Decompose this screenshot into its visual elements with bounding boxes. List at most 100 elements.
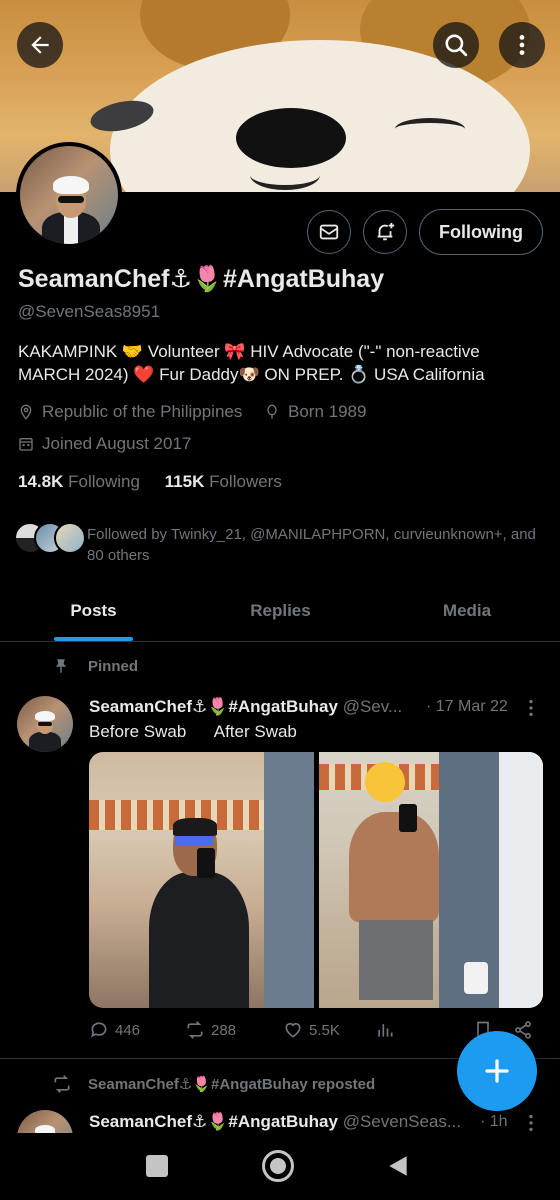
arrow-left-icon	[31, 36, 49, 54]
following-label: Following	[68, 472, 140, 491]
more-vertical-icon	[519, 35, 525, 55]
home-button-dot	[270, 1158, 286, 1174]
repost-label: SeamanChef⚓🌷#AngatBuhay reposted	[88, 1076, 376, 1093]
post-author-avatar[interactable]	[17, 696, 73, 752]
like-count: 5.5K	[309, 1021, 340, 1039]
post-timestamp[interactable]: · 17 Mar 22	[426, 698, 508, 716]
plus-icon	[485, 1059, 509, 1083]
profile-avatar[interactable]	[16, 142, 122, 248]
profile-joined: Joined August 2017	[18, 434, 191, 454]
post-image-before[interactable]	[89, 752, 314, 1008]
profile-bio: KAKAMPINK 🤝 Volunteer 🎀 HIV Advocate ("-…	[18, 340, 538, 386]
banner-nose	[236, 108, 346, 168]
profile-birth: Born 1989	[264, 402, 366, 422]
recents-button[interactable]	[146, 1155, 168, 1177]
location-text: Republic of the Philippines	[42, 402, 243, 421]
censor-bar	[175, 836, 213, 846]
balloon-icon	[267, 404, 277, 419]
tab-replies[interactable]: Replies	[187, 588, 374, 642]
system-navigation-bar	[0, 1133, 560, 1200]
avatar-shirt	[64, 216, 78, 244]
more-button[interactable]	[499, 22, 545, 68]
followed-by-text[interactable]: Followed by Twinky_21, @MANILAPHPORN, cu…	[87, 524, 547, 566]
bell-plus-icon	[377, 222, 395, 241]
post-author-handle: @SevenSeas...	[342, 1112, 462, 1131]
avatar-glasses	[58, 196, 84, 203]
phone	[399, 804, 417, 832]
compose-button[interactable]	[457, 1031, 537, 1111]
post-header[interactable]: SeamanChef⚓🌷#AngatBuhay @Sev...	[89, 697, 402, 717]
post-more-icon[interactable]	[520, 1112, 542, 1134]
followed-by-line: Followed by Twinky_21, @MANILAPHPORN, cu…	[87, 526, 536, 543]
reply-icon	[91, 1022, 107, 1038]
banner-brow	[395, 118, 465, 140]
avatar-glasses	[38, 722, 52, 726]
person-torso	[149, 872, 249, 1008]
repost-button[interactable]: 288	[185, 1020, 236, 1040]
avatar-body	[29, 732, 61, 752]
like-button[interactable]: 5.5K	[283, 1020, 340, 1040]
avatar-helmet	[35, 711, 55, 721]
active-tab-indicator	[54, 637, 133, 641]
tab-media[interactable]: Media	[374, 588, 560, 642]
window	[499, 752, 543, 1008]
heart-icon	[285, 1022, 301, 1038]
repost-icon	[54, 1075, 70, 1093]
post-author-handle: @Sev...	[342, 697, 403, 716]
calendar-icon	[19, 438, 33, 451]
person-torso	[349, 812, 439, 922]
profile-location: Republic of the Philippines	[18, 402, 242, 422]
notify-button[interactable]	[363, 210, 407, 254]
avatar-helmet	[53, 176, 89, 194]
post-more-icon[interactable]	[520, 697, 542, 719]
birth-text: Born 1989	[288, 402, 367, 421]
bar-chart-icon	[378, 1024, 393, 1037]
post-author-name: SeamanChef⚓🌷#AngatBuhay	[89, 697, 338, 716]
post-header[interactable]: SeamanChef⚓🌷#AngatBuhay @SevenSeas...	[89, 1112, 461, 1132]
location-pin-icon	[20, 404, 32, 420]
message-button[interactable]	[307, 210, 351, 254]
profile-tabs: Posts Replies Media	[0, 588, 560, 642]
following-button[interactable]: Following	[419, 209, 543, 255]
post-image-after[interactable]	[319, 752, 543, 1008]
following-link[interactable]: 14.8K Following	[18, 472, 140, 491]
pin-icon	[55, 659, 67, 673]
reply-button[interactable]: 446	[89, 1020, 140, 1040]
followed-by-avatars[interactable]	[14, 522, 86, 554]
envelope-icon	[319, 224, 339, 240]
phone	[197, 848, 215, 878]
search-icon	[445, 34, 468, 57]
reply-count: 446	[115, 1021, 141, 1039]
search-button[interactable]	[433, 22, 479, 68]
back-nav-icon[interactable]	[385, 1153, 411, 1179]
profile-display-name: SeamanChef⚓🌷#AngatBuhay	[18, 265, 385, 293]
pinned-label: Pinned	[88, 657, 139, 675]
face-emoji	[365, 762, 405, 802]
followed-by-line: 80 others	[87, 547, 150, 564]
followers-link[interactable]: 115K Followers	[165, 472, 282, 491]
followers-count: 115K	[164, 472, 205, 491]
post-timestamp[interactable]: · 1h	[480, 1113, 508, 1131]
post-author-name: SeamanChef⚓🌷#AngatBuhay	[89, 1112, 338, 1131]
followers-label: Followers	[209, 472, 282, 491]
tab-posts[interactable]: Posts	[0, 588, 187, 642]
banner-mouth	[250, 160, 320, 190]
following-count: 14.8K	[18, 472, 64, 491]
views-button[interactable]	[375, 1020, 395, 1040]
post-text: Before Swab After Swab	[89, 722, 297, 741]
tissue-roll	[464, 962, 488, 994]
bio-line: MARCH 2024) ❤️ Fur Daddy🐶 ON PREP. 💍 USA…	[18, 365, 485, 384]
repost-icon	[187, 1021, 203, 1039]
repost-count: 288	[211, 1021, 237, 1039]
back-button[interactable]	[17, 22, 63, 68]
pinned-indicator: Pinned	[52, 657, 138, 675]
repost-indicator[interactable]: SeamanChef⚓🌷#AngatBuhay reposted	[52, 1074, 375, 1094]
joined-text: Joined August 2017	[42, 434, 192, 453]
bio-line: KAKAMPINK 🤝 Volunteer 🎀 HIV Advocate ("-…	[18, 342, 480, 361]
curtain	[264, 752, 314, 1008]
person-cap	[173, 818, 217, 836]
avatar	[54, 522, 86, 554]
profile-handle: @SevenSeas8951	[18, 302, 161, 321]
person-pants	[359, 920, 433, 1000]
profile-stats: 14.8K Following 115K Followers	[18, 472, 282, 492]
